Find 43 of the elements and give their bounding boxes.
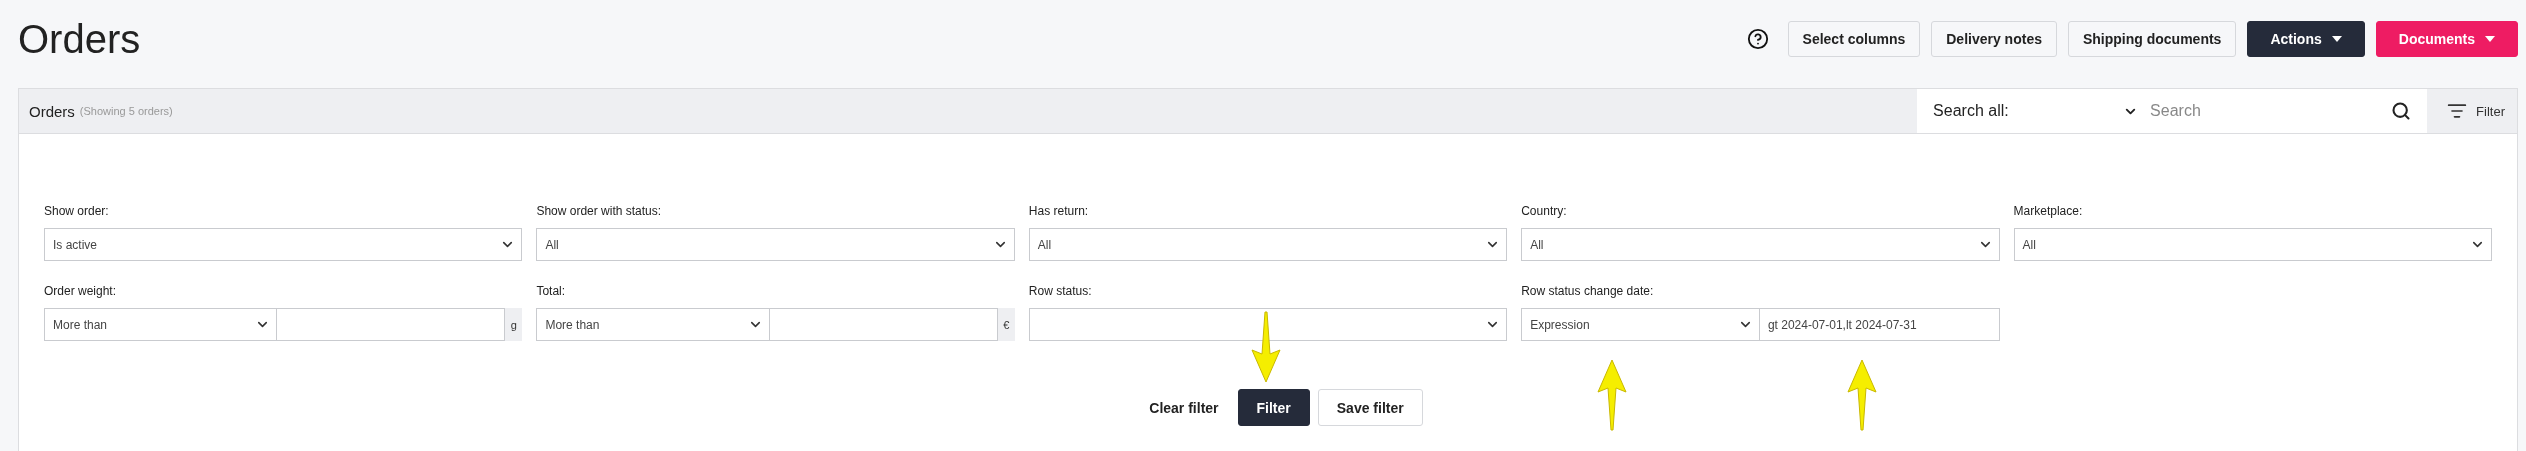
select-field[interactable]: More than [536,308,770,341]
panel-title: Orders [29,102,75,120]
field-label: Show order: [44,204,110,218]
input-field[interactable]: gt 2024-07-01,lt 2024-07-31 [1759,308,2000,341]
filter-action-button[interactable]: Filter [1237,389,1310,426]
field-label: Marketplace: [2013,204,2084,218]
select-field[interactable]: All [1028,228,1508,261]
field-label: Show order with status: [536,204,663,218]
header-button[interactable]: Documents [2375,21,2518,57]
input-field[interactable] [277,308,506,341]
help-icon[interactable] [1746,28,1769,50]
search-icon[interactable] [2391,101,2412,121]
down-arrow-icon [1250,310,1282,384]
search-scope-select[interactable]: Search all: [1933,102,2139,120]
select-field[interactable]: All [536,228,1015,261]
header-button[interactable]: Actions [2247,21,2365,57]
filter-icon [2447,101,2468,121]
field-label: Row status change date: [1521,284,1655,298]
select-field[interactable]: All [2013,228,2492,261]
unit-label: g [505,308,523,341]
select-field[interactable]: More than [44,308,278,341]
caret-icon [2485,36,2495,42]
page-title: Orders [18,16,141,62]
select-field[interactable] [1028,308,1508,341]
header-button[interactable]: Delivery notes [1931,21,2057,57]
filter-action-button[interactable]: Clear filter [1138,389,1230,426]
order-count: (Showing 5 orders) [79,105,173,117]
up-arrow-icon [1596,358,1628,432]
field-label: Country: [1521,204,1568,218]
field-label: Row status: [1028,284,1093,298]
select-field[interactable]: All [1521,228,2000,261]
field-label: Has return: [1028,204,1090,218]
header-button[interactable]: Select columns [1787,21,1921,57]
header-button[interactable]: Shipping documents [2067,21,2237,57]
input-field[interactable] [769,308,998,341]
select-field[interactable]: Expression [1521,308,1760,341]
field-label: Order weight: [44,284,118,298]
select-field[interactable]: Is active [44,228,523,261]
caret-icon [2331,36,2342,42]
field-label: Total: [536,284,567,298]
search-field[interactable]: Search [2148,101,2382,121]
filter-action-button[interactable]: Save filter [1317,389,1423,426]
up-arrow-icon [1846,358,1878,432]
